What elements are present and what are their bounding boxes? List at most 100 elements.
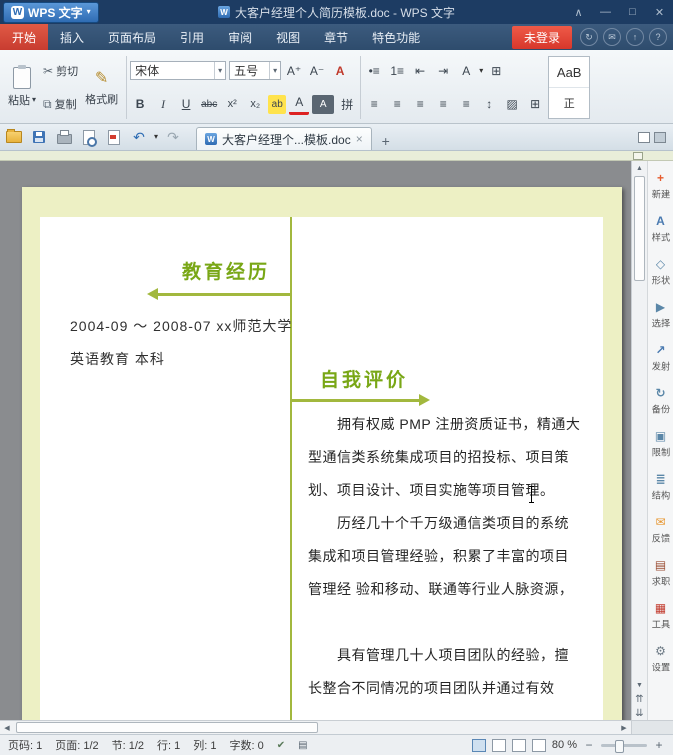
zoom-level[interactable]: 80 % [552,739,577,751]
font-size-select[interactable]: 五号 ▾ [229,61,282,81]
align-justify-button[interactable]: ≡ [433,95,453,114]
print-button[interactable] [54,127,74,147]
cut-button[interactable]: ✂ 剪切 [43,59,78,83]
spellcheck-icon[interactable]: ✔ [277,740,285,751]
style-name[interactable]: 正 [549,88,589,118]
chevron-down-icon[interactable]: ▾ [154,133,158,141]
fullscreen-view-icon[interactable] [491,738,506,752]
previous-page-icon[interactable]: ⇈ [632,692,647,706]
open-button[interactable] [4,127,24,147]
align-center-button[interactable]: ≡ [387,95,407,114]
print-layout-view-icon[interactable] [471,738,486,752]
export-pdf-button[interactable] [104,127,124,147]
text-effects-button[interactable]: A [330,61,350,80]
sidebar-item[interactable]: ⚙ 设置 [648,638,673,681]
ruler-toggle-icon[interactable] [633,152,643,160]
char-shading-button[interactable]: A [312,94,335,114]
collapse-button[interactable]: ∧ [565,0,592,24]
sidebar-item[interactable]: ↗ 发射 [648,337,673,380]
ribbon-tab[interactable]: 审阅 [216,24,264,50]
zoom-slider-thumb[interactable] [615,739,624,753]
ribbon-tab[interactable]: 引用 [168,24,216,50]
proofing-icon[interactable]: ▤ [298,740,307,751]
highlight-button[interactable]: ab [268,94,287,114]
sidebar-item[interactable]: ↻ 备份 [648,380,673,423]
ribbon-tab[interactable]: 插入 [48,24,96,50]
scroll-left-icon[interactable]: ◀ [0,721,14,734]
statusbar-field[interactable]: 页面: 1/2 [55,737,98,753]
web-layout-view-icon[interactable] [511,738,526,752]
sidebar-item[interactable]: ▤ 求职 [648,552,673,595]
outdent-button[interactable]: ⇤ [410,61,430,80]
zoom-out-button[interactable]: − [583,738,595,752]
style-preview[interactable]: AaB [549,57,590,88]
document-page[interactable]: 教育经历 2004-09 ～ 2008-07 xx师范大学 英语教育 本科 自我… [22,187,622,720]
indent-button[interactable]: ⇥ [433,61,453,80]
zoom-in-button[interactable]: + [653,738,665,752]
underline-button[interactable]: U [176,95,196,114]
sidebar-item[interactable]: ✉ 反馈 [648,509,673,552]
scroll-up-icon[interactable]: ▲ [632,161,647,175]
redo-button[interactable]: ↷ [163,127,183,147]
help-icon[interactable]: ? [649,28,667,46]
strikethrough-button[interactable]: abc [199,95,219,114]
statusbar-field[interactable]: 行: 1 [157,737,180,753]
horizontal-scrollbar-thumb[interactable] [16,722,318,733]
font-color-button[interactable]: A [289,93,310,116]
scroll-down-icon[interactable]: ▼ [632,678,647,692]
copy-button[interactable]: ⧉ 复制 [43,92,78,116]
numbering-button[interactable]: 1≡ [387,61,407,80]
sidebar-item[interactable]: A 样式 [648,208,673,251]
ribbon-tab[interactable]: 开始 [0,24,49,50]
close-tab-icon[interactable]: × [356,132,363,146]
save-button[interactable] [29,127,49,147]
doc-restore-icon[interactable] [638,131,650,143]
vertical-scrollbar-thumb[interactable] [634,176,645,281]
document-canvas[interactable]: 教育经历 2004-09 ～ 2008-07 xx师范大学 英语教育 本科 自我… [0,161,631,720]
format-painter-button[interactable]: ✎ 格式刷 [79,52,124,123]
bold-button[interactable]: B [130,95,150,114]
insert-table-button[interactable]: ⊞ [486,61,506,80]
outline-view-icon[interactable] [531,738,546,752]
superscript-button[interactable]: x² [222,95,242,114]
align-distribute-button[interactable]: ≡ [456,95,476,114]
horizontal-scrollbar[interactable]: ◀ ▶ [0,720,673,734]
print-preview-button[interactable] [79,127,99,147]
statusbar-field[interactable]: 列: 1 [193,737,216,753]
scroll-right-icon[interactable]: ▶ [617,721,631,734]
sidebar-item[interactable]: + 新建 [648,165,673,208]
close-button[interactable]: ✕ [646,0,673,24]
align-left-button[interactable]: ≡ [364,95,384,114]
zoom-slider[interactable] [601,739,647,753]
text-tools-button[interactable]: A [456,61,476,80]
styles-gallery[interactable]: AaB 正 [548,56,591,119]
login-button[interactable]: 未登录 [511,25,572,49]
document-tab[interactable]: W 大客户经理个...模板.doc × [196,127,372,150]
paste-button[interactable]: 粘贴 ▾ [2,52,42,123]
statusbar-field[interactable]: 页码: 1 [8,737,42,753]
maximize-button[interactable]: □ [619,0,646,24]
sidebar-item[interactable]: ≣ 结构 [648,466,673,509]
next-page-icon[interactable]: ⇊ [632,706,647,720]
increase-font-button[interactable]: A⁺ [284,61,304,80]
ribbon-tab[interactable]: 页面布局 [96,24,168,50]
horizontal-scrollbar-track[interactable] [14,721,617,734]
undo-button[interactable]: ↶ [129,127,149,147]
shading-button[interactable]: ▨ [502,95,522,114]
decrease-font-button[interactable]: A⁻ [307,61,327,80]
sidebar-item[interactable]: ▶ 选择 [648,294,673,337]
new-tab-button[interactable]: + [377,132,395,150]
subscript-button[interactable]: x₂ [245,95,265,114]
statusbar-field[interactable]: 节: 1/2 [112,737,144,753]
bullets-button[interactable]: •≡ [364,61,384,80]
ribbon-tab[interactable]: 特色功能 [360,24,432,50]
font-name-select[interactable]: 宋体 ▾ [130,61,227,81]
vertical-scrollbar[interactable]: ▲ ▼ ⇈ ⇊ [631,161,647,720]
upgrade-icon[interactable]: ↑ [626,28,644,46]
ribbon-tab[interactable]: 视图 [264,24,312,50]
sidebar-item[interactable]: ◇ 形状 [648,251,673,294]
line-spacing-button[interactable]: ↕ [479,95,499,114]
borders-button[interactable]: ⊞ [525,95,545,114]
doc-new-window-icon[interactable] [654,131,666,143]
message-icon[interactable]: ✉ [603,28,621,46]
